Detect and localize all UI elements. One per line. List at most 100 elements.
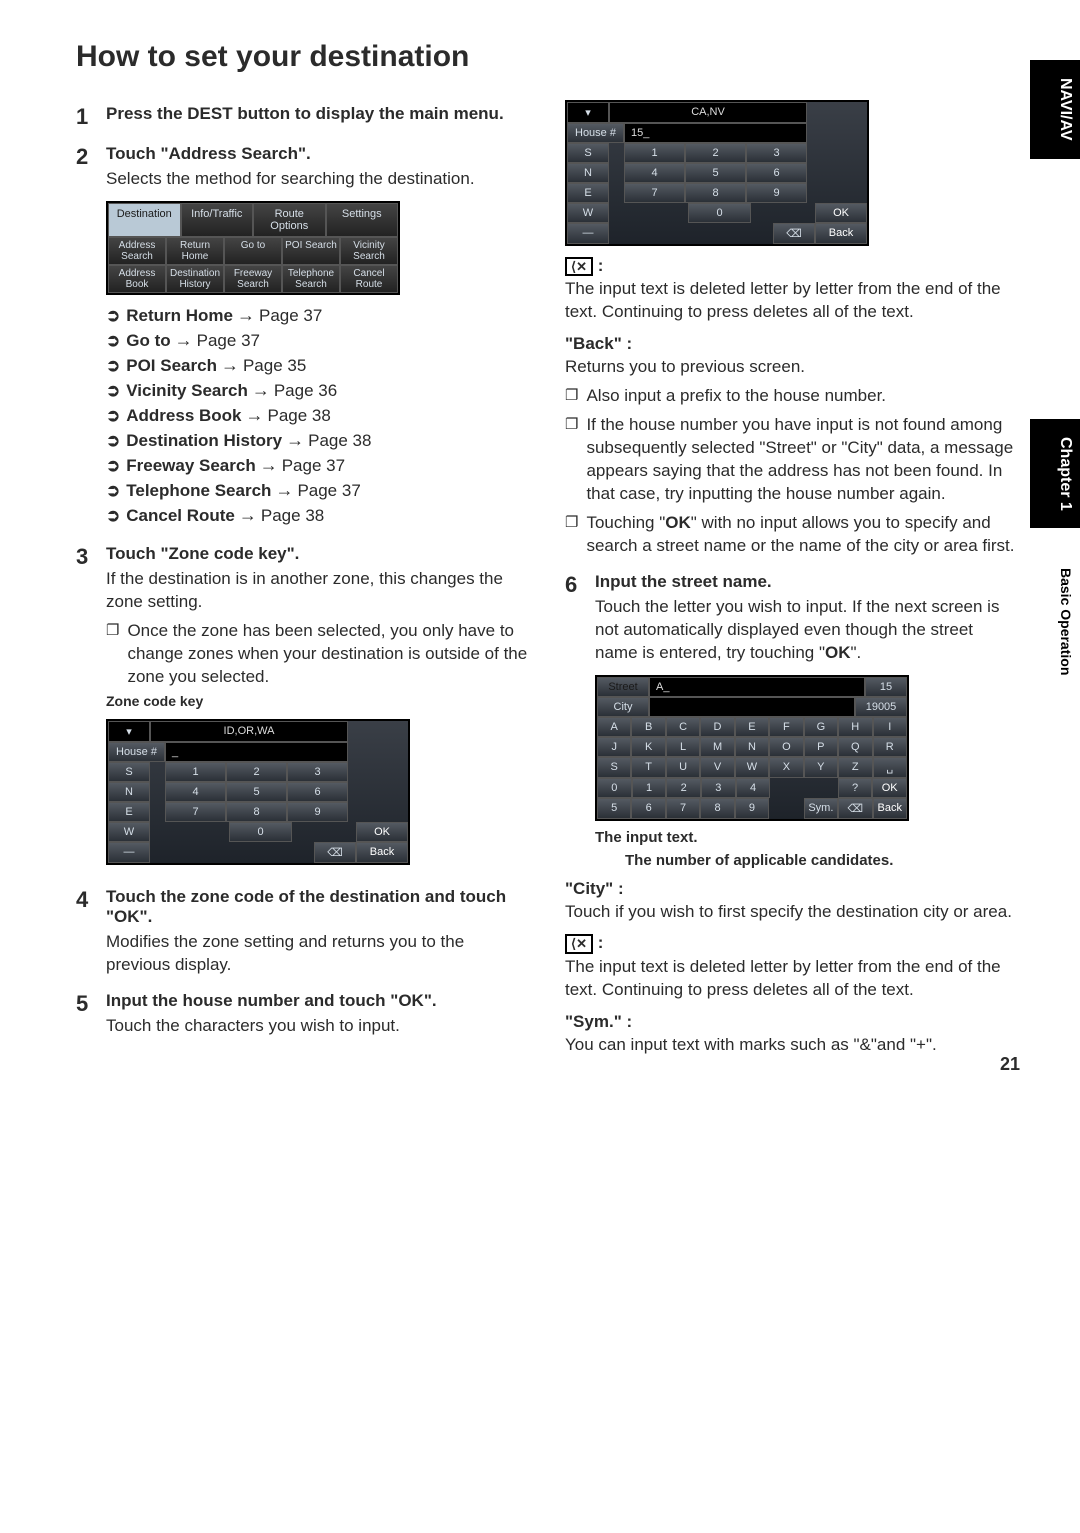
key[interactable]: S <box>597 757 631 778</box>
key-dash[interactable]: — <box>108 842 150 863</box>
key[interactable]: M <box>700 737 734 757</box>
key[interactable]: O <box>769 737 803 757</box>
house-input[interactable]: 15_ <box>624 123 807 143</box>
key-7[interactable]: 7 <box>624 183 685 203</box>
key-3[interactable]: 3 <box>287 762 348 782</box>
key[interactable]: 6 <box>631 798 665 819</box>
key-9[interactable]: 9 <box>287 802 348 822</box>
key[interactable]: Y <box>804 757 838 778</box>
key[interactable]: I <box>873 717 907 737</box>
key[interactable]: G <box>804 717 838 737</box>
key[interactable]: N <box>735 737 769 757</box>
key[interactable]: T <box>631 757 665 778</box>
house-label[interactable]: House # <box>567 123 624 143</box>
city-tab[interactable]: City <box>597 697 649 717</box>
delete-icon[interactable]: ⌫ <box>314 842 356 863</box>
tab-info[interactable]: Info/Traffic <box>181 203 254 237</box>
key[interactable]: Z <box>838 757 872 778</box>
key[interactable]: A <box>597 717 631 737</box>
key-e[interactable]: E <box>567 183 609 203</box>
zone-key[interactable]: ▾ <box>108 721 150 742</box>
btn-goto[interactable]: Go to <box>224 237 282 265</box>
key[interactable]: 7 <box>666 798 700 819</box>
back-button[interactable]: Back <box>873 798 907 819</box>
ok-button[interactable]: OK <box>872 778 907 798</box>
btn-telephone-search[interactable]: Telephone Search <box>282 265 340 293</box>
key-7[interactable]: 7 <box>165 802 226 822</box>
btn-address-book[interactable]: Address Book <box>108 265 166 293</box>
key[interactable]: 5 <box>597 798 631 819</box>
key[interactable]: Q <box>838 737 872 757</box>
key-8[interactable]: 8 <box>685 183 746 203</box>
key-6[interactable]: 6 <box>746 163 807 183</box>
key-4[interactable]: 4 <box>624 163 685 183</box>
key[interactable]: P <box>804 737 838 757</box>
btn-dest-history[interactable]: Destination History <box>166 265 224 293</box>
space-key[interactable]: ␣ <box>873 757 907 778</box>
key[interactable]: 2 <box>666 778 701 798</box>
key[interactable]: U <box>666 757 700 778</box>
sym-key[interactable]: Sym. <box>804 798 838 819</box>
street-tab[interactable]: Street <box>597 677 649 697</box>
key-2[interactable]: 2 <box>226 762 287 782</box>
key[interactable]: J <box>597 737 631 757</box>
key[interactable]: R <box>873 737 907 757</box>
tab-settings[interactable]: Settings <box>326 203 399 237</box>
key-5[interactable]: 5 <box>685 163 746 183</box>
key[interactable]: 1 <box>632 778 667 798</box>
key-w[interactable]: W <box>108 822 150 842</box>
btn-vicinity-search[interactable]: Vicinity Search <box>340 237 398 265</box>
key-n[interactable]: N <box>108 782 150 802</box>
key-s[interactable]: S <box>108 762 150 782</box>
btn-return-home[interactable]: Return Home <box>166 237 224 265</box>
key-e[interactable]: E <box>108 802 150 822</box>
key-3[interactable]: 3 <box>746 143 807 163</box>
delete-icon[interactable]: ⌫ <box>838 798 872 819</box>
key-w[interactable]: W <box>567 203 609 223</box>
delete-icon[interactable]: ⌫ <box>773 223 815 244</box>
key-n[interactable]: N <box>567 163 609 183</box>
key[interactable]: 8 <box>700 798 734 819</box>
key-s[interactable]: S <box>567 143 609 163</box>
key[interactable]: F <box>769 717 803 737</box>
key[interactable]: W <box>735 757 769 778</box>
btn-poi-search[interactable]: POI Search <box>282 237 340 265</box>
btn-cancel-route[interactable]: Cancel Route <box>340 265 398 293</box>
back-button[interactable]: Back <box>815 223 867 244</box>
key[interactable]: X <box>769 757 803 778</box>
key[interactable]: 4 <box>736 778 771 798</box>
key-1[interactable]: 1 <box>624 143 685 163</box>
key-5[interactable]: 5 <box>226 782 287 802</box>
house-label[interactable]: House # <box>108 742 165 762</box>
key[interactable]: L <box>666 737 700 757</box>
key-1[interactable]: 1 <box>165 762 226 782</box>
btn-freeway-search[interactable]: Freeway Search <box>224 265 282 293</box>
key-0[interactable]: 0 <box>688 203 752 223</box>
help-key[interactable]: ? <box>838 778 873 798</box>
key[interactable]: V <box>700 757 734 778</box>
key-6[interactable]: 6 <box>287 782 348 802</box>
btn-address-search[interactable]: Address Search <box>108 237 166 265</box>
key[interactable]: C <box>666 717 700 737</box>
key-0[interactable]: 0 <box>229 822 293 842</box>
key-9[interactable]: 9 <box>746 183 807 203</box>
key[interactable]: B <box>631 717 665 737</box>
street-input[interactable]: A_ <box>649 677 865 697</box>
ok-button[interactable]: OK <box>815 203 867 223</box>
key-2[interactable]: 2 <box>685 143 746 163</box>
tab-route[interactable]: Route Options <box>253 203 326 237</box>
back-button[interactable]: Back <box>356 842 408 863</box>
key[interactable]: 3 <box>701 778 736 798</box>
tab-destination[interactable]: Destination <box>108 203 181 237</box>
key[interactable]: 0 <box>597 778 632 798</box>
ok-button[interactable]: OK <box>356 822 408 842</box>
key[interactable]: 9 <box>735 798 769 819</box>
key[interactable]: K <box>631 737 665 757</box>
key-dash[interactable]: — <box>567 223 609 244</box>
house-input[interactable]: _ <box>165 742 348 762</box>
zone-key[interactable]: ▾ <box>567 102 609 123</box>
key[interactable]: H <box>838 717 872 737</box>
key[interactable]: D <box>700 717 734 737</box>
key-4[interactable]: 4 <box>165 782 226 802</box>
city-input[interactable] <box>649 697 855 717</box>
